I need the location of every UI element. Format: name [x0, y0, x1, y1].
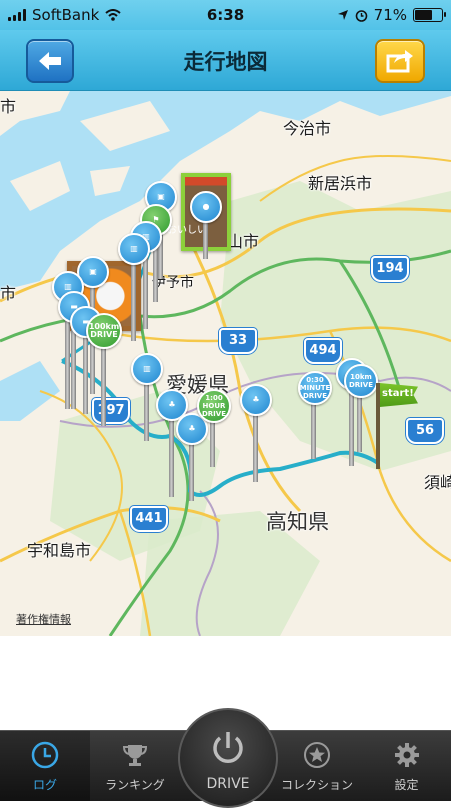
tab-log[interactable]: ログ: [0, 731, 90, 801]
route-sign: 441: [130, 506, 168, 532]
tab-collection[interactable]: コレクション: [272, 731, 362, 801]
navigation-bar: 走行地図: [0, 30, 451, 91]
minute-badge-icon: 0:30 MINUTE DRIVE: [298, 371, 332, 405]
tab-label: 設定: [394, 778, 419, 792]
battery-percent: 71%: [373, 6, 407, 24]
place-label: 今治市: [283, 119, 332, 138]
place-label: 新居浜市: [308, 174, 373, 193]
place-label: 山市: [227, 232, 260, 251]
water-drop-icon: ●: [190, 191, 222, 223]
location-arrow-icon: [337, 10, 348, 20]
trophy-icon: [122, 745, 148, 766]
milestone-icon: 100km DRIVE: [86, 313, 122, 349]
tree-icon: ♣: [240, 384, 272, 416]
route-sign: 194: [371, 256, 409, 282]
status-bar: SoftBank 6:38 71%: [0, 0, 451, 30]
battery-icon: [413, 8, 446, 22]
tab-ranking[interactable]: ランキング: [90, 731, 180, 801]
copyright-link[interactable]: 著作権情報: [16, 611, 71, 627]
route-sign: 33: [219, 328, 257, 354]
gear-icon: [394, 743, 419, 767]
route-sign: 56: [406, 418, 444, 444]
route-sign: 197: [92, 398, 130, 424]
tab-label: コレクション: [280, 778, 353, 792]
tab-settings[interactable]: 設定: [362, 731, 451, 801]
clock-icon: [31, 741, 59, 769]
building-icon: ▥: [118, 233, 150, 265]
place-label: 高知県: [266, 510, 329, 534]
hour-badge-icon: 1:00 HOUR DRIVE: [197, 389, 231, 423]
place-label: 須崎: [424, 473, 451, 492]
photo-caption: おいしい: [167, 225, 207, 236]
place-label: 宇和島市: [27, 541, 92, 560]
alarm-icon: [355, 9, 367, 22]
power-icon: [213, 732, 243, 763]
drive-label: DRIVE: [206, 776, 250, 792]
star-icon: [304, 742, 330, 768]
drive-button[interactable]: DRIVE: [178, 708, 278, 808]
distance-badge-icon: 10km DRIVE: [344, 364, 378, 398]
tab-label: ログ: [32, 778, 57, 792]
share-button[interactable]: [375, 39, 425, 83]
share-arrow-icon: [386, 50, 413, 73]
building-icon: ▥: [131, 353, 163, 385]
start-label: start!: [382, 388, 414, 399]
place-label: 市: [0, 284, 17, 303]
tab-label: ランキング: [105, 778, 165, 792]
route-sign: 494: [304, 338, 342, 364]
place-label: 市: [0, 97, 17, 116]
drive-map[interactable]: 市 今治市 新居浜市 山市 伊予市 市 愛媛県 高知県 宇和島市 須崎 194 …: [0, 91, 451, 636]
